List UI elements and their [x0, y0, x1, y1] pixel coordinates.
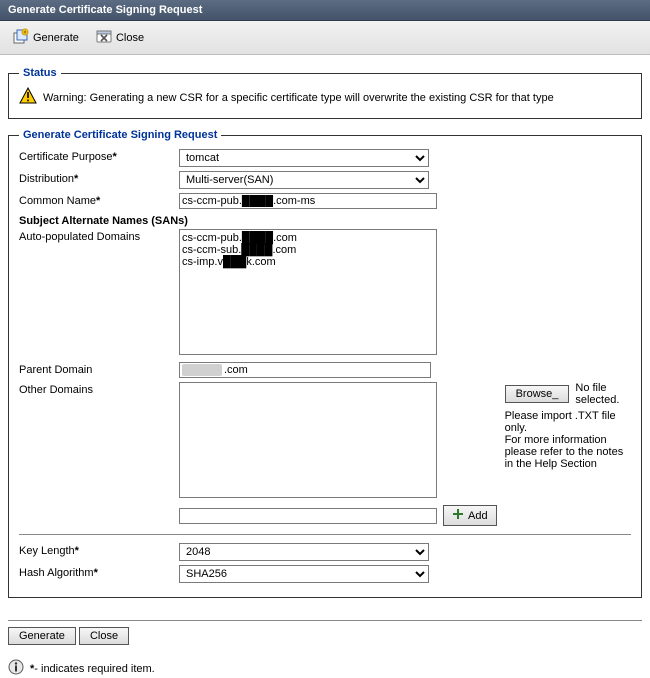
- browse-button[interactable]: Browse_: [505, 385, 570, 403]
- san-heading: Subject Alternate Names (SANs): [19, 215, 631, 227]
- status-warning-text: Warning: Generating a new CSR for a spec…: [43, 92, 554, 104]
- select-distribution[interactable]: Multi-server(SAN): [179, 171, 429, 189]
- toolbar: Generate Close: [0, 21, 650, 55]
- csr-form-legend: Generate Certificate Signing Request: [19, 129, 221, 141]
- input-common-name[interactable]: [179, 193, 437, 209]
- label-distribution: Distribution*: [19, 171, 179, 185]
- toolbar-close-button[interactable]: Close: [89, 25, 151, 50]
- titlebar: Generate Certificate Signing Request: [0, 0, 650, 21]
- toolbar-generate-label: Generate: [33, 32, 79, 44]
- label-certificate-purpose: Certificate Purpose*: [19, 149, 179, 163]
- plus-icon: [452, 508, 464, 523]
- textarea-other-domains[interactable]: [179, 382, 437, 498]
- status-fieldset: Status Warning: Generating a new CSR for…: [8, 67, 642, 119]
- required-note: *- indicates required item.: [30, 663, 155, 675]
- input-add-domain[interactable]: [179, 508, 437, 524]
- toolbar-generate-button[interactable]: Generate: [6, 25, 86, 50]
- close-icon: [96, 28, 112, 47]
- add-domain-button[interactable]: Add: [443, 505, 497, 526]
- status-legend: Status: [19, 67, 61, 79]
- label-key-length: Key Length*: [19, 543, 179, 557]
- add-domain-label: Add: [468, 510, 488, 522]
- label-hash-algorithm: Hash Algorithm*: [19, 565, 179, 579]
- warning-icon: [19, 87, 37, 108]
- toolbar-close-label: Close: [116, 32, 144, 44]
- csr-form-fieldset: Generate Certificate Signing Request Cer…: [8, 129, 642, 598]
- label-auto-populated-domains: Auto-populated Domains: [19, 229, 179, 243]
- label-other-domains: Other Domains: [19, 382, 179, 396]
- info-icon: [8, 659, 24, 678]
- divider: [19, 534, 631, 535]
- other-domains-hint-1: Please import .TXT file only.: [505, 410, 631, 434]
- footer-generate-button[interactable]: Generate: [8, 627, 76, 645]
- label-common-name: Common Name*: [19, 193, 179, 207]
- no-file-selected-text: No file selected.: [575, 382, 631, 406]
- select-key-length[interactable]: 2048: [179, 543, 429, 561]
- generate-icon: [13, 28, 29, 47]
- select-certificate-purpose[interactable]: tomcat: [179, 149, 429, 167]
- page-title: Generate Certificate Signing Request: [8, 4, 202, 16]
- input-parent-domain[interactable]: xxxx.com: [179, 362, 431, 378]
- label-parent-domain: Parent Domain: [19, 362, 179, 376]
- other-domains-hint-2: For more information please refer to the…: [505, 434, 631, 470]
- textarea-auto-populated-domains[interactable]: [179, 229, 437, 355]
- footer-close-button[interactable]: Close: [79, 627, 129, 645]
- select-hash-algorithm[interactable]: SHA256: [179, 565, 429, 583]
